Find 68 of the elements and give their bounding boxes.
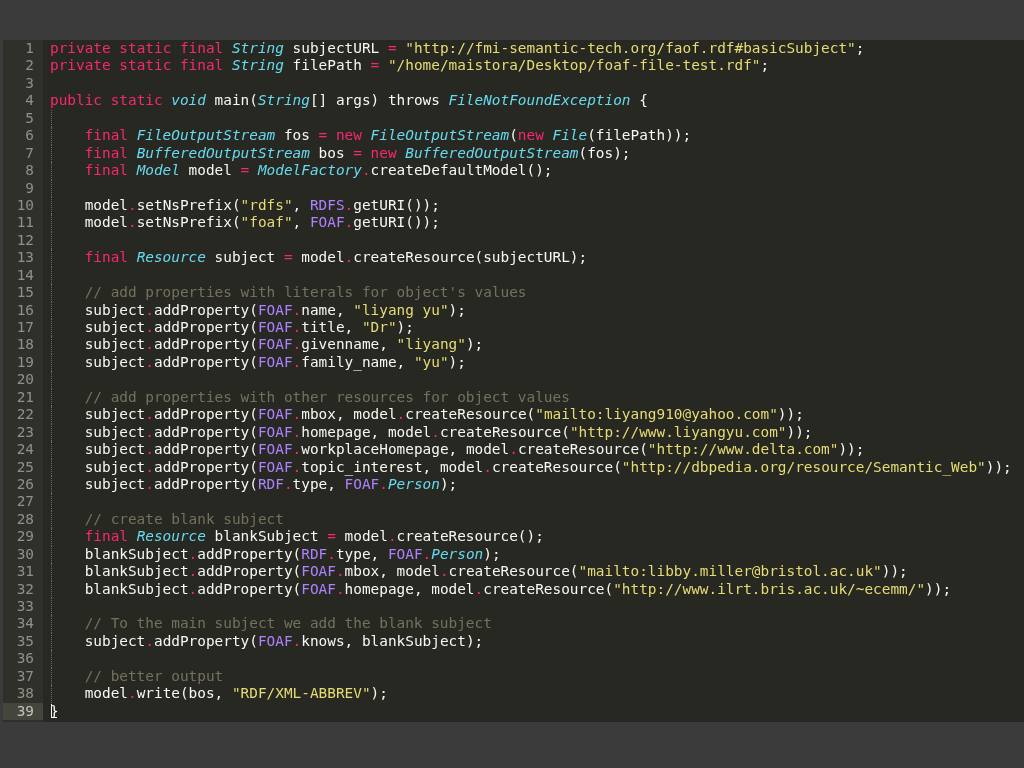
line-number: 8 xyxy=(24,162,35,180)
code-line: subject.addProperty(FOAF.title, "Dr"); xyxy=(84,319,414,335)
line-number: 17 xyxy=(15,319,35,337)
line-number: 18 xyxy=(15,336,35,354)
code-line: final Resource blankSubject = model.createResource(); xyxy=(84,528,544,545)
line-number: 1 xyxy=(24,40,35,58)
code-line: final BufferedOutputStream bos = new BufferedOutputStream(fos); xyxy=(84,144,631,161)
code-line: model.write(bos, "RDF/XML-ABBREV"); xyxy=(84,685,388,702)
line-number: 39 xyxy=(3,702,43,721)
line-number: 2 xyxy=(24,57,35,75)
line-number: 38 xyxy=(15,685,35,703)
line-number: 27 xyxy=(15,493,35,511)
code-line: // To the main subject we add the blank subject xyxy=(84,615,492,632)
code-line: private static final String filePath = "/home/maistora/Desktop/foaf-file-test.rdf"; xyxy=(50,57,770,74)
code-line: subject.addProperty(FOAF.mbox, model.createResource("mailto:liyang910@yahoo.com")); xyxy=(84,406,804,423)
line-number: 3 xyxy=(24,74,35,93)
code-line: model.setNsPrefix("rdfs", RDFS.getURI()); xyxy=(84,196,440,213)
code-line: // add properties with other resources for object values xyxy=(84,388,570,405)
line-number: 19 xyxy=(15,353,35,372)
code-line: subject.addProperty(FOAF.givenname, "liyang"); xyxy=(84,336,484,353)
line-number: 26 xyxy=(15,475,35,494)
line-number: 32 xyxy=(15,580,35,598)
code-line: subject.addProperty(FOAF.workplaceHomepage, model.createResource("http://www.delta.com")); xyxy=(84,441,865,458)
code-line: blankSubject.addProperty(RDF.type, FOAF.Person); xyxy=(84,545,501,562)
code-line: subject.addProperty(FOAF.knows, blankSubject); xyxy=(84,632,484,649)
line-number: 6 xyxy=(24,127,35,145)
line-number: 34 xyxy=(15,615,35,633)
line-number: 30 xyxy=(15,545,35,564)
line-number: 5 xyxy=(24,109,35,128)
line-number: 10 xyxy=(15,196,35,215)
line-number: 22 xyxy=(15,406,35,424)
line-number: 24 xyxy=(15,441,35,459)
code-line: final Resource subject = model.createResource(subjectURL); xyxy=(84,249,588,266)
line-number: 21 xyxy=(15,388,35,407)
line-number: 37 xyxy=(15,667,35,686)
code-line: blankSubject.addProperty(FOAF.mbox, model.createResource("mailto:libby.miller@bristol.ac.uk")); xyxy=(84,563,908,580)
line-number: 36 xyxy=(15,650,35,668)
line-number: 25 xyxy=(15,458,35,476)
line-number: 14 xyxy=(15,266,35,285)
line-number: 23 xyxy=(15,423,35,442)
line-number: 7 xyxy=(24,144,35,163)
line-number: 35 xyxy=(15,632,35,651)
code-line: model.setNsPrefix("foaf", FOAF.getURI()); xyxy=(84,214,440,231)
code-line: public static void main(String[] args) throws FileNotFoundException { xyxy=(50,92,648,109)
code-line: final Model model = ModelFactory.createDefaultModel(); xyxy=(84,162,553,179)
line-number: 9 xyxy=(24,179,35,197)
code-line: subject.addProperty(FOAF.family_name, "yu"); xyxy=(84,353,466,370)
line-number: 13 xyxy=(15,249,35,267)
code-line: subject.addProperty(FOAF.name, "liyang yu"); xyxy=(84,301,466,318)
code-line: final FileOutputStream fos = new FileOutputStream(new File(filePath)); xyxy=(84,127,692,144)
line-number: 31 xyxy=(15,563,35,581)
line-number: 16 xyxy=(15,301,35,319)
code-line: subject.addProperty(FOAF.topic_interest, model.createResource("http://dbpedia.org/resource/Semantic_Web")); xyxy=(84,458,1012,475)
code-line: // add properties with literals for object's values xyxy=(84,284,527,301)
code-line: blankSubject.addProperty(FOAF.homepage, model.createResource("http://www.ilrt.bris.ac.uk/~ecemm/")); xyxy=(84,580,952,597)
line-number: 15 xyxy=(15,284,35,302)
code-line: subject.addProperty(RDF.type, FOAF.Person); xyxy=(84,475,458,492)
line-number: 33 xyxy=(15,598,35,616)
line-number: 11 xyxy=(15,214,35,232)
line-number: 29 xyxy=(15,528,35,546)
line-number: 20 xyxy=(15,371,35,389)
code-line: private static final String subjectURL = "http://fmi-semantic-tech.org/faof.rdf#basicSubject"; xyxy=(50,40,865,56)
line-number: 28 xyxy=(15,510,35,529)
line-number: 12 xyxy=(15,231,35,250)
code-line: // create blank subject xyxy=(84,510,284,527)
code-line: // better output xyxy=(84,667,224,684)
line-number: 4 xyxy=(24,92,35,110)
code-line: subject.addProperty(FOAF.homepage, model.createResource("http://www.liyangyu.com")); xyxy=(84,423,813,440)
